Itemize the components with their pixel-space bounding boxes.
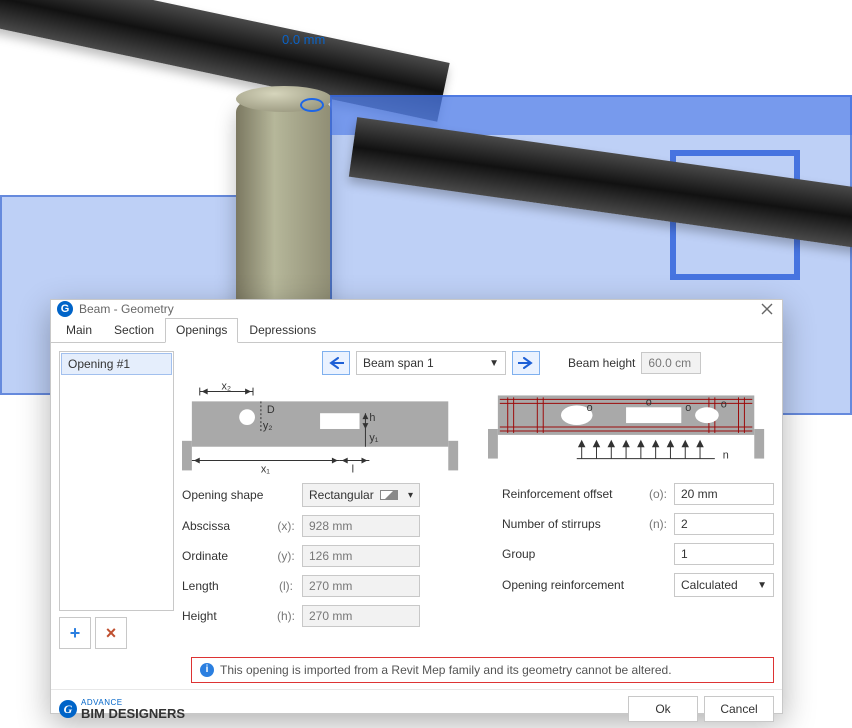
tab-main[interactable]: Main — [55, 318, 103, 343]
offset-label: Reinforcement offset — [502, 487, 642, 501]
stirrups-tag: (n): — [648, 517, 668, 531]
stirrups-input[interactable]: 2 — [674, 513, 774, 535]
dialog-title: Beam - Geometry — [79, 302, 758, 316]
tab-section[interactable]: Section — [103, 318, 165, 343]
svg-text:o: o — [646, 396, 652, 408]
span-select-value: Beam span 1 — [363, 356, 434, 370]
beam-height-value: 60.0 cm — [641, 352, 701, 374]
abscissa-input: 928 mm — [302, 515, 420, 537]
close-icon[interactable] — [758, 300, 776, 318]
readonly-notice: i This opening is imported from a Revit … — [191, 657, 774, 683]
svg-text:x₂: x₂ — [221, 381, 231, 393]
group-label: Group — [502, 547, 642, 561]
tab-openings[interactable]: Openings — [165, 318, 238, 343]
beam-height-label: Beam height — [568, 356, 635, 370]
selection-ring — [300, 98, 324, 112]
brand-logo: G ADVANCE BIM DESIGNERS — [59, 699, 185, 720]
span-select[interactable]: Beam span 1 ▼ — [356, 351, 506, 375]
add-opening-button[interactable]: + — [59, 617, 91, 649]
svg-text:y₂: y₂ — [263, 420, 273, 432]
shape-icon — [380, 490, 398, 500]
ok-button[interactable]: Ok — [628, 696, 698, 722]
reinforce-value: Calculated — [681, 578, 738, 592]
svg-text:l: l — [352, 463, 354, 475]
chevron-down-icon: ▼ — [489, 358, 499, 369]
next-span-button[interactable] — [512, 351, 540, 375]
openings-sidebar: Opening #1 + × — [59, 351, 174, 649]
reinforce-select[interactable]: Calculated ▼ — [674, 573, 774, 597]
openings-list[interactable]: Opening #1 — [59, 351, 174, 611]
stirrups-label: Number of stirrups — [502, 517, 642, 531]
shape-select: Rectangular ▾ — [302, 483, 420, 507]
ordinate-input: 126 mm — [302, 545, 420, 567]
list-item[interactable]: Opening #1 — [61, 353, 172, 375]
abscissa-tag: (x): — [276, 519, 296, 533]
brand-name: BIM DESIGNERS — [81, 706, 185, 721]
info-icon: i — [200, 663, 214, 677]
svg-text:o: o — [587, 402, 593, 414]
length-input: 270 mm — [302, 575, 420, 597]
dimension-label: 0.0 mm — [282, 32, 325, 47]
geometry-diagram: x₂ D y₂ h y₁ x₁ — [182, 381, 468, 475]
height-input: 270 mm — [302, 605, 420, 627]
height-tag: (h): — [276, 609, 296, 623]
svg-text:o: o — [685, 402, 691, 414]
tabs: Main Section Openings Depressions — [51, 318, 782, 343]
height-label: Height — [182, 609, 270, 623]
reinforce-label: Opening reinforcement — [502, 578, 642, 592]
svg-text:n: n — [723, 450, 729, 462]
svg-text:D: D — [267, 404, 275, 416]
chevron-down-icon: ▾ — [408, 490, 413, 501]
tab-depressions[interactable]: Depressions — [238, 318, 327, 343]
shape-value: Rectangular — [309, 488, 374, 502]
svg-text:x₁: x₁ — [261, 463, 270, 475]
svg-text:h: h — [369, 412, 375, 424]
reinforcement-diagram: o o o o — [488, 381, 774, 475]
app-icon: G — [57, 301, 73, 317]
shape-label: Opening shape — [182, 488, 270, 502]
titlebar: G Beam - Geometry — [51, 300, 782, 318]
ordinate-label: Ordinate — [182, 549, 270, 563]
group-input[interactable]: 1 — [674, 543, 774, 565]
prev-span-button[interactable] — [322, 351, 350, 375]
length-tag: (l): — [276, 579, 296, 593]
notice-text: This opening is imported from a Revit Me… — [220, 663, 672, 677]
ordinate-tag: (y): — [276, 549, 296, 563]
offset-tag: (o): — [648, 487, 668, 501]
brand-g-icon: G — [59, 700, 77, 718]
dialog-beam-geometry: G Beam - Geometry Main Section Openings … — [50, 299, 783, 714]
chevron-down-icon: ▼ — [757, 580, 767, 591]
delete-opening-button[interactable]: × — [95, 617, 127, 649]
length-label: Length — [182, 579, 270, 593]
offset-input[interactable]: 20 mm — [674, 483, 774, 505]
svg-text:y₁: y₁ — [369, 432, 378, 444]
abscissa-label: Abscissa — [182, 519, 270, 533]
cancel-button[interactable]: Cancel — [704, 696, 774, 722]
svg-text:o: o — [721, 398, 727, 410]
